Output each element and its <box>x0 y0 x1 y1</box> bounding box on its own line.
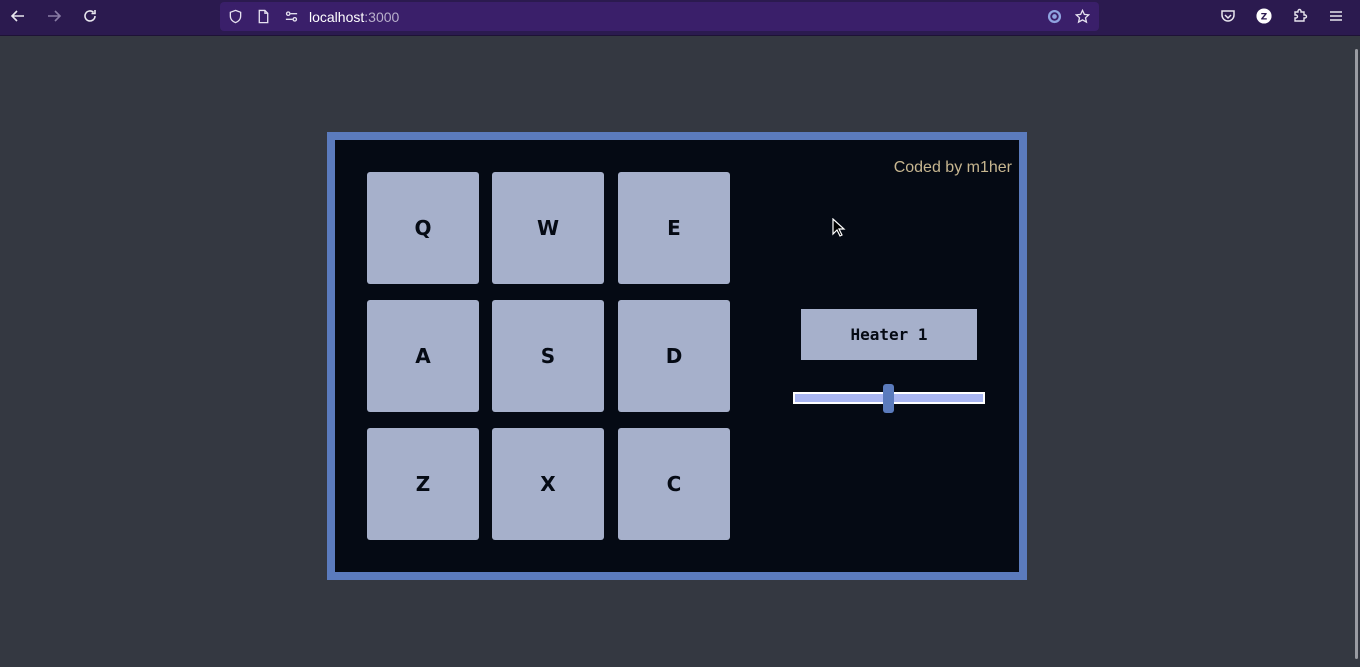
profile-icon[interactable]: Z <box>1250 4 1278 28</box>
drum-pad-x[interactable]: X <box>492 428 604 540</box>
extension-circle-icon[interactable] <box>1046 8 1062 24</box>
svg-text:Z: Z <box>1261 13 1268 23</box>
pocket-icon[interactable] <box>1214 4 1242 28</box>
url-bar[interactable]: localhost:3000 <box>220 2 1099 31</box>
drum-pad-z[interactable]: Z <box>367 428 479 540</box>
star-icon[interactable] <box>1074 8 1090 24</box>
drum-pad-w[interactable]: W <box>492 172 604 284</box>
mouse-cursor-icon <box>832 218 846 237</box>
drum-pad-d[interactable]: D <box>618 300 730 412</box>
scrollbar-thumb[interactable] <box>1355 49 1358 659</box>
sound-display: Heater 1 <box>801 309 977 360</box>
site-permissions-icon[interactable] <box>283 8 299 24</box>
drum-machine: Coded by m1her Q W E A S D Z X C Heater … <box>327 132 1027 580</box>
drum-pad-q[interactable]: Q <box>367 172 479 284</box>
url-text[interactable]: localhost:3000 <box>309 9 399 25</box>
menu-icon[interactable] <box>1322 4 1350 28</box>
drum-pad-e[interactable]: E <box>618 172 730 284</box>
drum-pad-c[interactable]: C <box>618 428 730 540</box>
credit-text: Coded by m1her <box>893 159 1012 176</box>
drum-pad-s[interactable]: S <box>492 300 604 412</box>
page-scrollbar[interactable] <box>1352 37 1360 667</box>
browser-toolbar: localhost:3000 Z <box>0 0 1360 36</box>
forward-arrow-icon[interactable] <box>40 4 68 28</box>
drum-pad-a[interactable]: A <box>367 300 479 412</box>
page-icon[interactable] <box>255 8 271 24</box>
back-arrow-icon[interactable] <box>4 4 32 28</box>
reload-icon[interactable] <box>76 4 104 28</box>
volume-slider-thumb[interactable] <box>882 384 894 413</box>
shield-icon[interactable] <box>227 8 243 24</box>
puzzle-icon[interactable] <box>1286 4 1314 28</box>
